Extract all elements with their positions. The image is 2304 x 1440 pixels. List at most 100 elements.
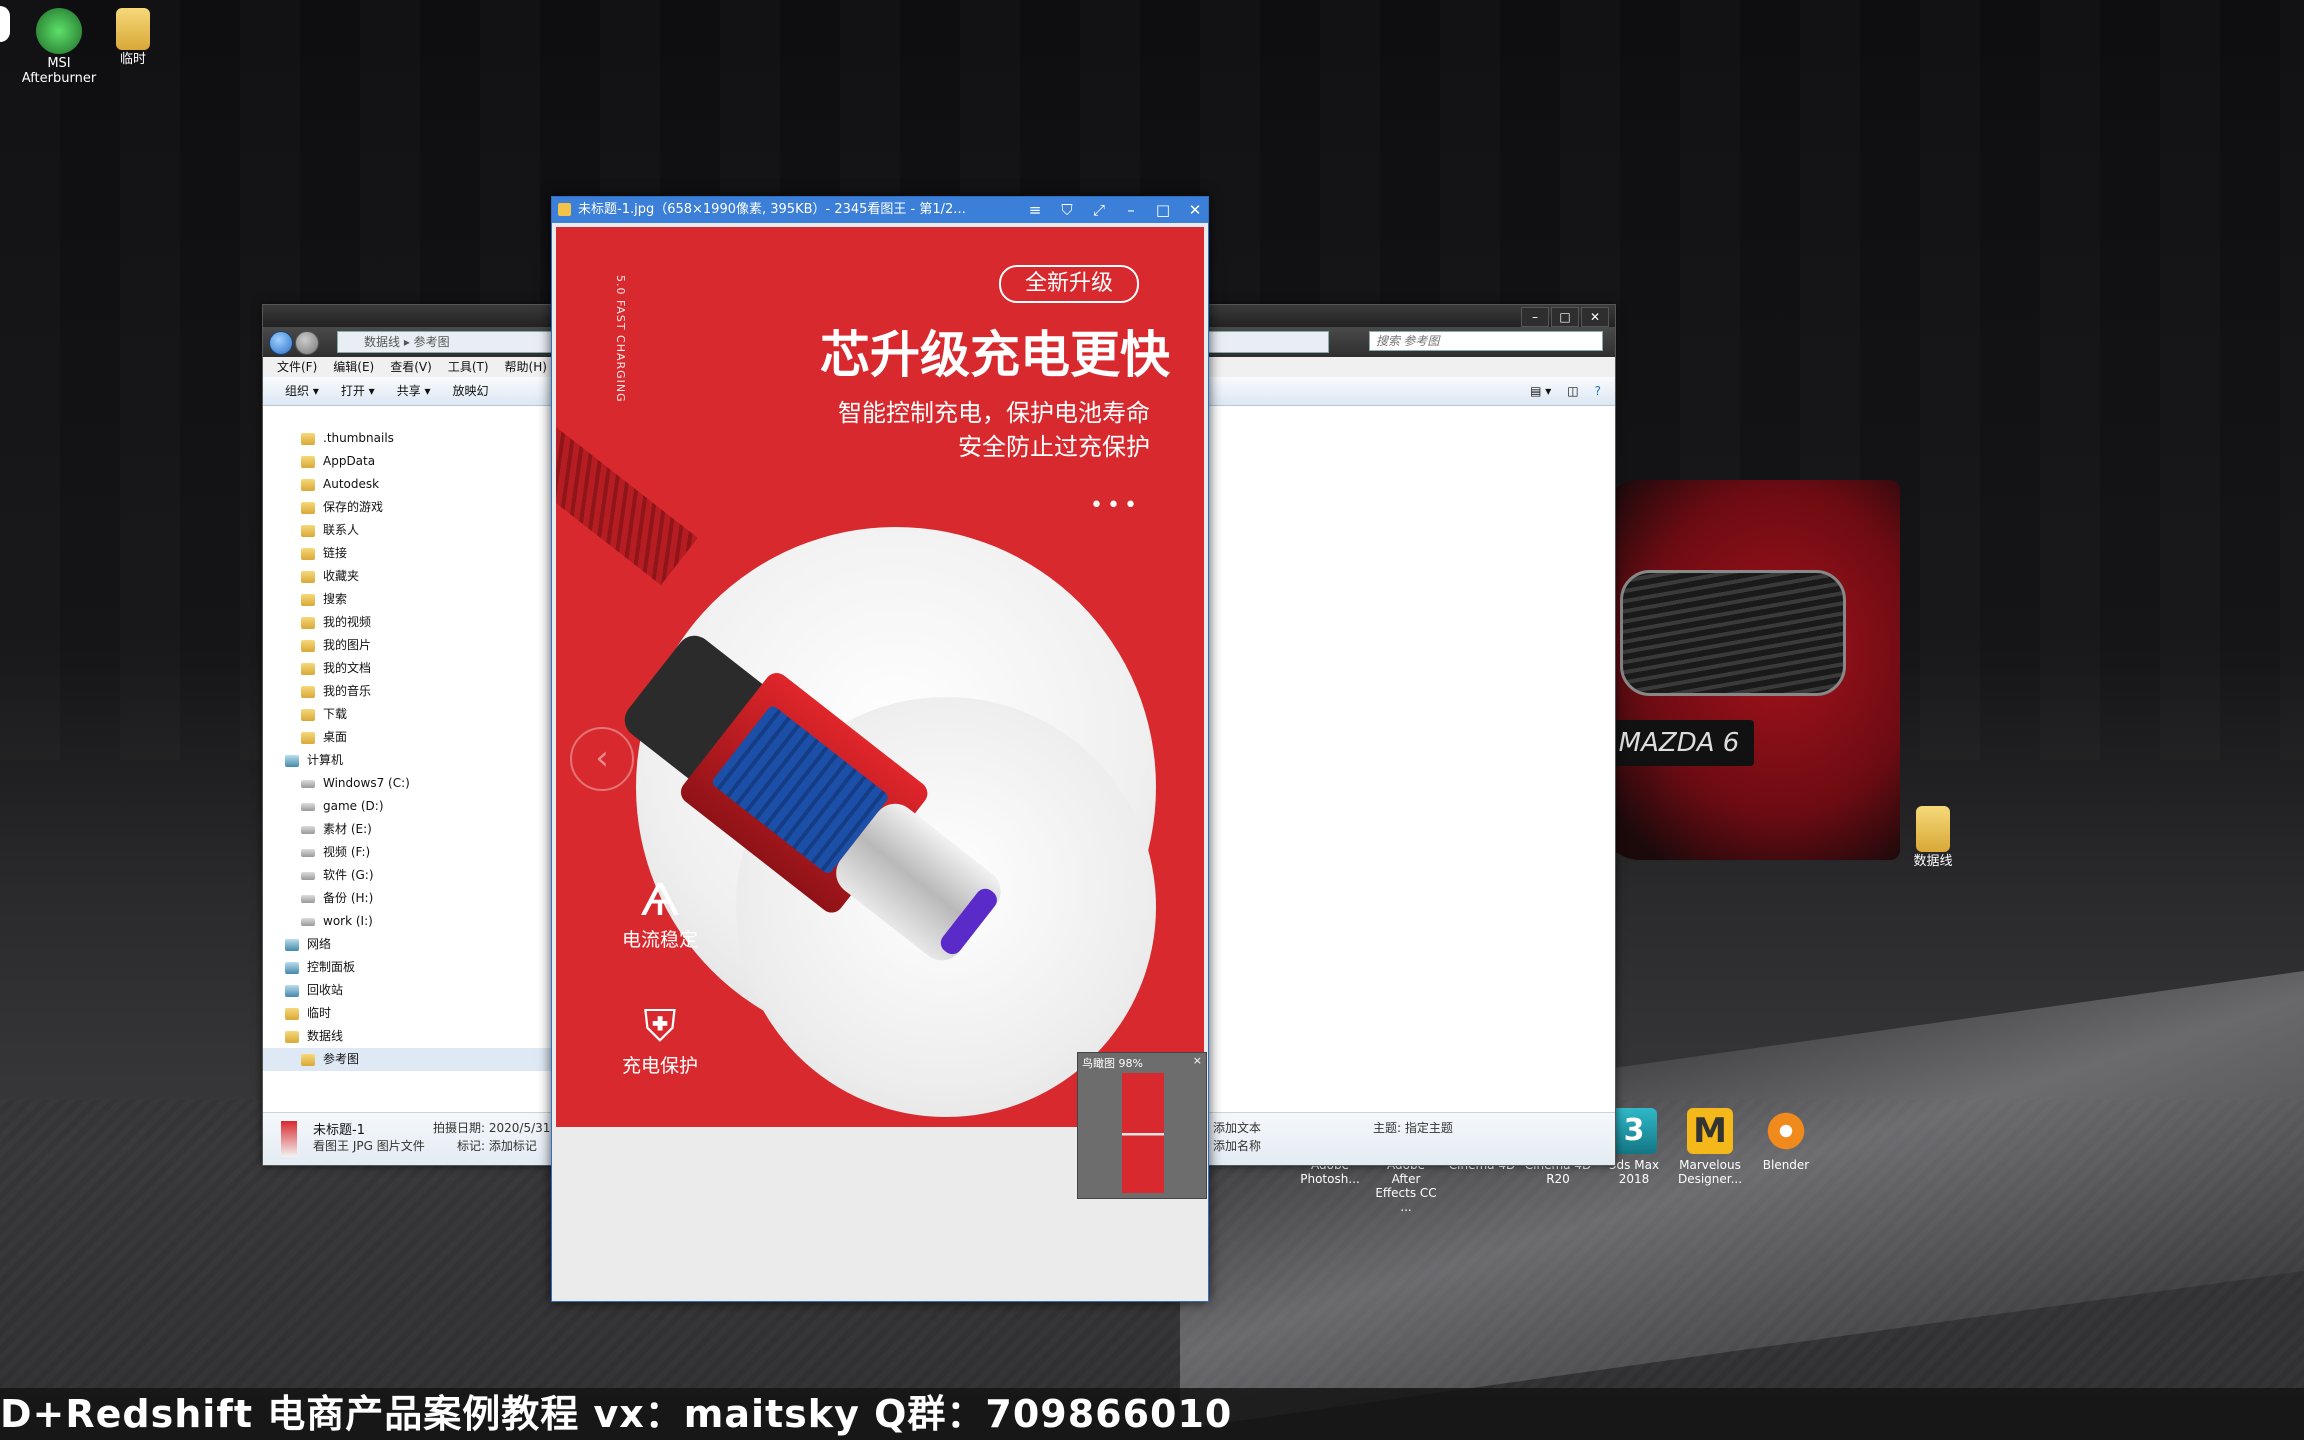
details-add-text[interactable]: 添加文本 [1213, 1119, 1261, 1136]
tree-item[interactable]: 收藏夹 [263, 565, 553, 588]
tree-item[interactable]: 备份 (H:) [263, 887, 553, 910]
back-arrow-icon[interactable] [269, 331, 293, 355]
maximize-icon[interactable]: □ [1551, 307, 1579, 327]
tree-item[interactable]: Autodesk [263, 473, 553, 496]
share-button[interactable]: 共享 ▾ [397, 377, 431, 405]
open-button[interactable]: 打开 ▾ [341, 377, 375, 405]
3dsmax-icon: 3 [1611, 1108, 1657, 1154]
previous-image-arrow-icon[interactable]: ‹ [570, 727, 634, 791]
afterburner-icon [36, 8, 82, 54]
tree-item[interactable]: 控制面板 [263, 956, 553, 979]
folder-icon [301, 547, 315, 560]
breadcrumb-item[interactable]: 数据线 [364, 335, 400, 349]
navigator-thumbnail[interactable]: 鸟瞰图 98% × [1077, 1052, 1207, 1199]
tree-item[interactable]: 临时 [263, 1002, 553, 1025]
tree-item[interactable]: 保存的游戏 [263, 496, 553, 519]
preview-pane-icon[interactable]: ◫ [1567, 377, 1578, 405]
tree-item[interactable]: game (D:) [263, 795, 553, 818]
menu-help[interactable]: 帮助(H) [505, 357, 547, 377]
tree-item-label: 我的文档 [323, 661, 372, 675]
help-icon[interactable]: ? [1595, 377, 1601, 405]
tree-item[interactable]: 下载 [263, 703, 553, 726]
navigator-preview[interactable] [1122, 1073, 1164, 1193]
tree-item[interactable]: work (I:) [263, 910, 553, 933]
folder-icon [301, 524, 315, 537]
tree-item[interactable]: 素材 (E:) [263, 818, 553, 841]
tree-item-label: 链接 [323, 546, 348, 560]
computer-icon [285, 938, 299, 951]
tree-item[interactable]: 回收站 [263, 979, 553, 1002]
tree-item-label: .thumbnails [323, 431, 394, 445]
tree-item[interactable]: 我的音乐 [263, 680, 553, 703]
menu-tools[interactable]: 工具(T) [448, 357, 489, 377]
slideshow-button[interactable]: 放映幻 [453, 377, 489, 405]
toolbar-right: ▤ ▾ ◫ ? [1530, 377, 1601, 405]
icon-label-line2: R20 [1546, 1172, 1570, 1186]
fullscreen-icon[interactable]: ⤢ [1090, 197, 1108, 223]
tree-item[interactable]: 计算机 [263, 749, 553, 772]
tree-item[interactable]: .thumbnails [263, 427, 553, 450]
tree-item-label: Windows7 (C:) [323, 776, 410, 790]
poster-vertical-text: 5.0 FAST CHARGING [614, 275, 627, 403]
tree-item[interactable]: 数据线 [263, 1025, 553, 1048]
tree-item-label: 素材 (E:) [323, 822, 372, 836]
tree-item[interactable]: 我的视频 [263, 611, 553, 634]
breadcrumb-item[interactable]: 参考图 [414, 335, 450, 349]
tree-item[interactable]: 链接 [263, 542, 553, 565]
details-tag[interactable]: 标记: 添加标记 [457, 1137, 537, 1154]
tree-item-label: 收藏夹 [323, 569, 360, 583]
menu-file[interactable]: 文件(F) [277, 357, 317, 377]
icon-label-line1: Marvelous [1679, 1158, 1741, 1172]
organize-button[interactable]: 组织 ▾ [285, 377, 319, 405]
tree-item[interactable]: 网络 [263, 933, 553, 956]
menu-edit[interactable]: 编辑(E) [333, 357, 374, 377]
details-date: 拍摄日期: 2020/5/31 [433, 1121, 551, 1135]
tree-item[interactable]: 视频 (F:) [263, 841, 553, 864]
viewer-titlebar[interactable]: 未标题-1.jpg（658×1990像素, 395KB）- 2345看图王 - … [552, 197, 1208, 223]
icon-label-line2: 2018 [1618, 1172, 1650, 1186]
minimize-icon[interactable]: – [1521, 307, 1549, 327]
menu-view[interactable]: 查看(V) [390, 357, 432, 377]
folder-icon [301, 432, 315, 445]
tree-item[interactable]: 桌面 [263, 726, 553, 749]
tree-item-label: AppData [323, 454, 376, 468]
tree-item-label: 控制面板 [307, 960, 356, 974]
tree-item[interactable]: AppData [263, 450, 553, 473]
feature-label: 充电保护 [621, 1055, 698, 1077]
tree-item[interactable]: 软件 (G:) [263, 864, 553, 887]
close-icon[interactable]: × [1193, 1054, 1202, 1067]
drive-icon [301, 848, 315, 857]
search-input[interactable] [1369, 331, 1603, 351]
viewer-window-buttons: ≡ ⛉ ⤢ – □ ✕ [1026, 197, 1204, 223]
details-subject[interactable]: 主题: 指定主题 [1373, 1119, 1453, 1136]
breadcrumb[interactable]: 数据线 ▸ 参考图 [337, 331, 575, 353]
address-dropdown[interactable] [1207, 331, 1329, 353]
desktop-icon-blender[interactable]: Blender [1752, 1108, 1820, 1214]
folder-icon [301, 685, 315, 698]
tree-item[interactable]: Windows7 (C:) [263, 772, 553, 795]
tree-item-label: 备份 (H:) [323, 891, 374, 905]
shield-battery-icon: ⛨ [643, 1001, 677, 1052]
tree-item[interactable]: 我的图片 [263, 634, 553, 657]
menu-icon[interactable]: ≡ [1026, 197, 1044, 223]
desktop-icon-temp-folder[interactable]: 临时 [88, 8, 178, 67]
forward-arrow-icon[interactable] [295, 331, 319, 355]
desktop-icon-partial[interactable] [0, 6, 14, 42]
drive-icon [301, 917, 315, 926]
feature-charge-protect: ⛨ 充电保护 [610, 1003, 710, 1078]
tree-item[interactable]: 联系人 [263, 519, 553, 542]
close-icon[interactable]: ✕ [1581, 307, 1609, 327]
tree-item-label: game (D:) [323, 799, 384, 813]
tree-item[interactable]: 我的文档 [263, 657, 553, 680]
tree-item[interactable]: 参考图 [263, 1048, 553, 1071]
desktop-icon-data-cable-folder[interactable]: 数据线 [1888, 806, 1978, 869]
tree-item[interactable]: 搜索 [263, 588, 553, 611]
maximize-icon[interactable]: □ [1154, 197, 1172, 223]
view-options-icon[interactable]: ▤ ▾ [1530, 377, 1551, 405]
desktop-icon-marvelous-designer[interactable]: M Marvelous Designer... [1676, 1108, 1744, 1214]
details-add-name[interactable]: 添加名称 [1213, 1137, 1261, 1154]
blender-icon [1763, 1108, 1809, 1154]
skin-icon[interactable]: ⛉ [1058, 197, 1076, 223]
close-icon[interactable]: ✕ [1186, 197, 1204, 223]
minimize-icon[interactable]: – [1122, 197, 1140, 223]
